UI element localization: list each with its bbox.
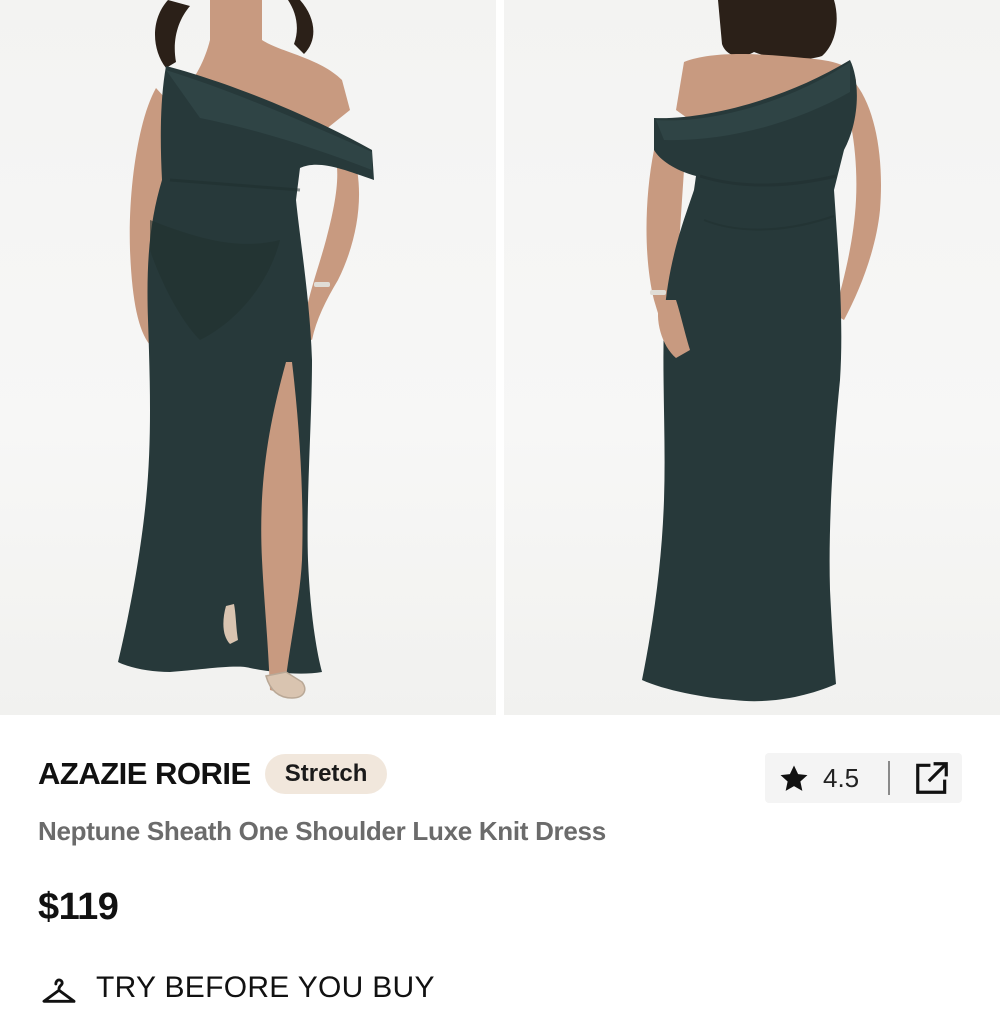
product-title: Neptune Sheath One Shoulder Luxe Knit Dr… xyxy=(38,816,606,846)
hanger-icon xyxy=(42,978,76,1003)
dress-back-illustration xyxy=(642,0,881,702)
try-before-label[interactable]: TRY BEFORE YOU BUY xyxy=(96,970,435,1006)
rating-value[interactable]: 4.5 xyxy=(823,763,859,794)
product-image-back[interactable] xyxy=(504,0,1000,715)
product-gallery[interactable] xyxy=(0,0,1000,715)
share-external-icon[interactable] xyxy=(913,759,951,797)
rating-divider xyxy=(888,761,890,795)
product-price: $119 xyxy=(38,886,119,928)
stretch-badge: Stretch xyxy=(264,754,388,794)
star-icon xyxy=(780,765,808,791)
rating-share-box: 4.5 xyxy=(765,753,962,803)
try-before-you-buy[interactable]: TRY BEFORE YOU BUY xyxy=(40,970,435,1014)
brand-row: AZAZIE RORIE Stretch xyxy=(38,754,388,794)
brand-name[interactable]: AZAZIE RORIE xyxy=(38,756,251,792)
dress-front-illustration xyxy=(118,0,374,699)
product-image-front[interactable] xyxy=(0,0,496,715)
